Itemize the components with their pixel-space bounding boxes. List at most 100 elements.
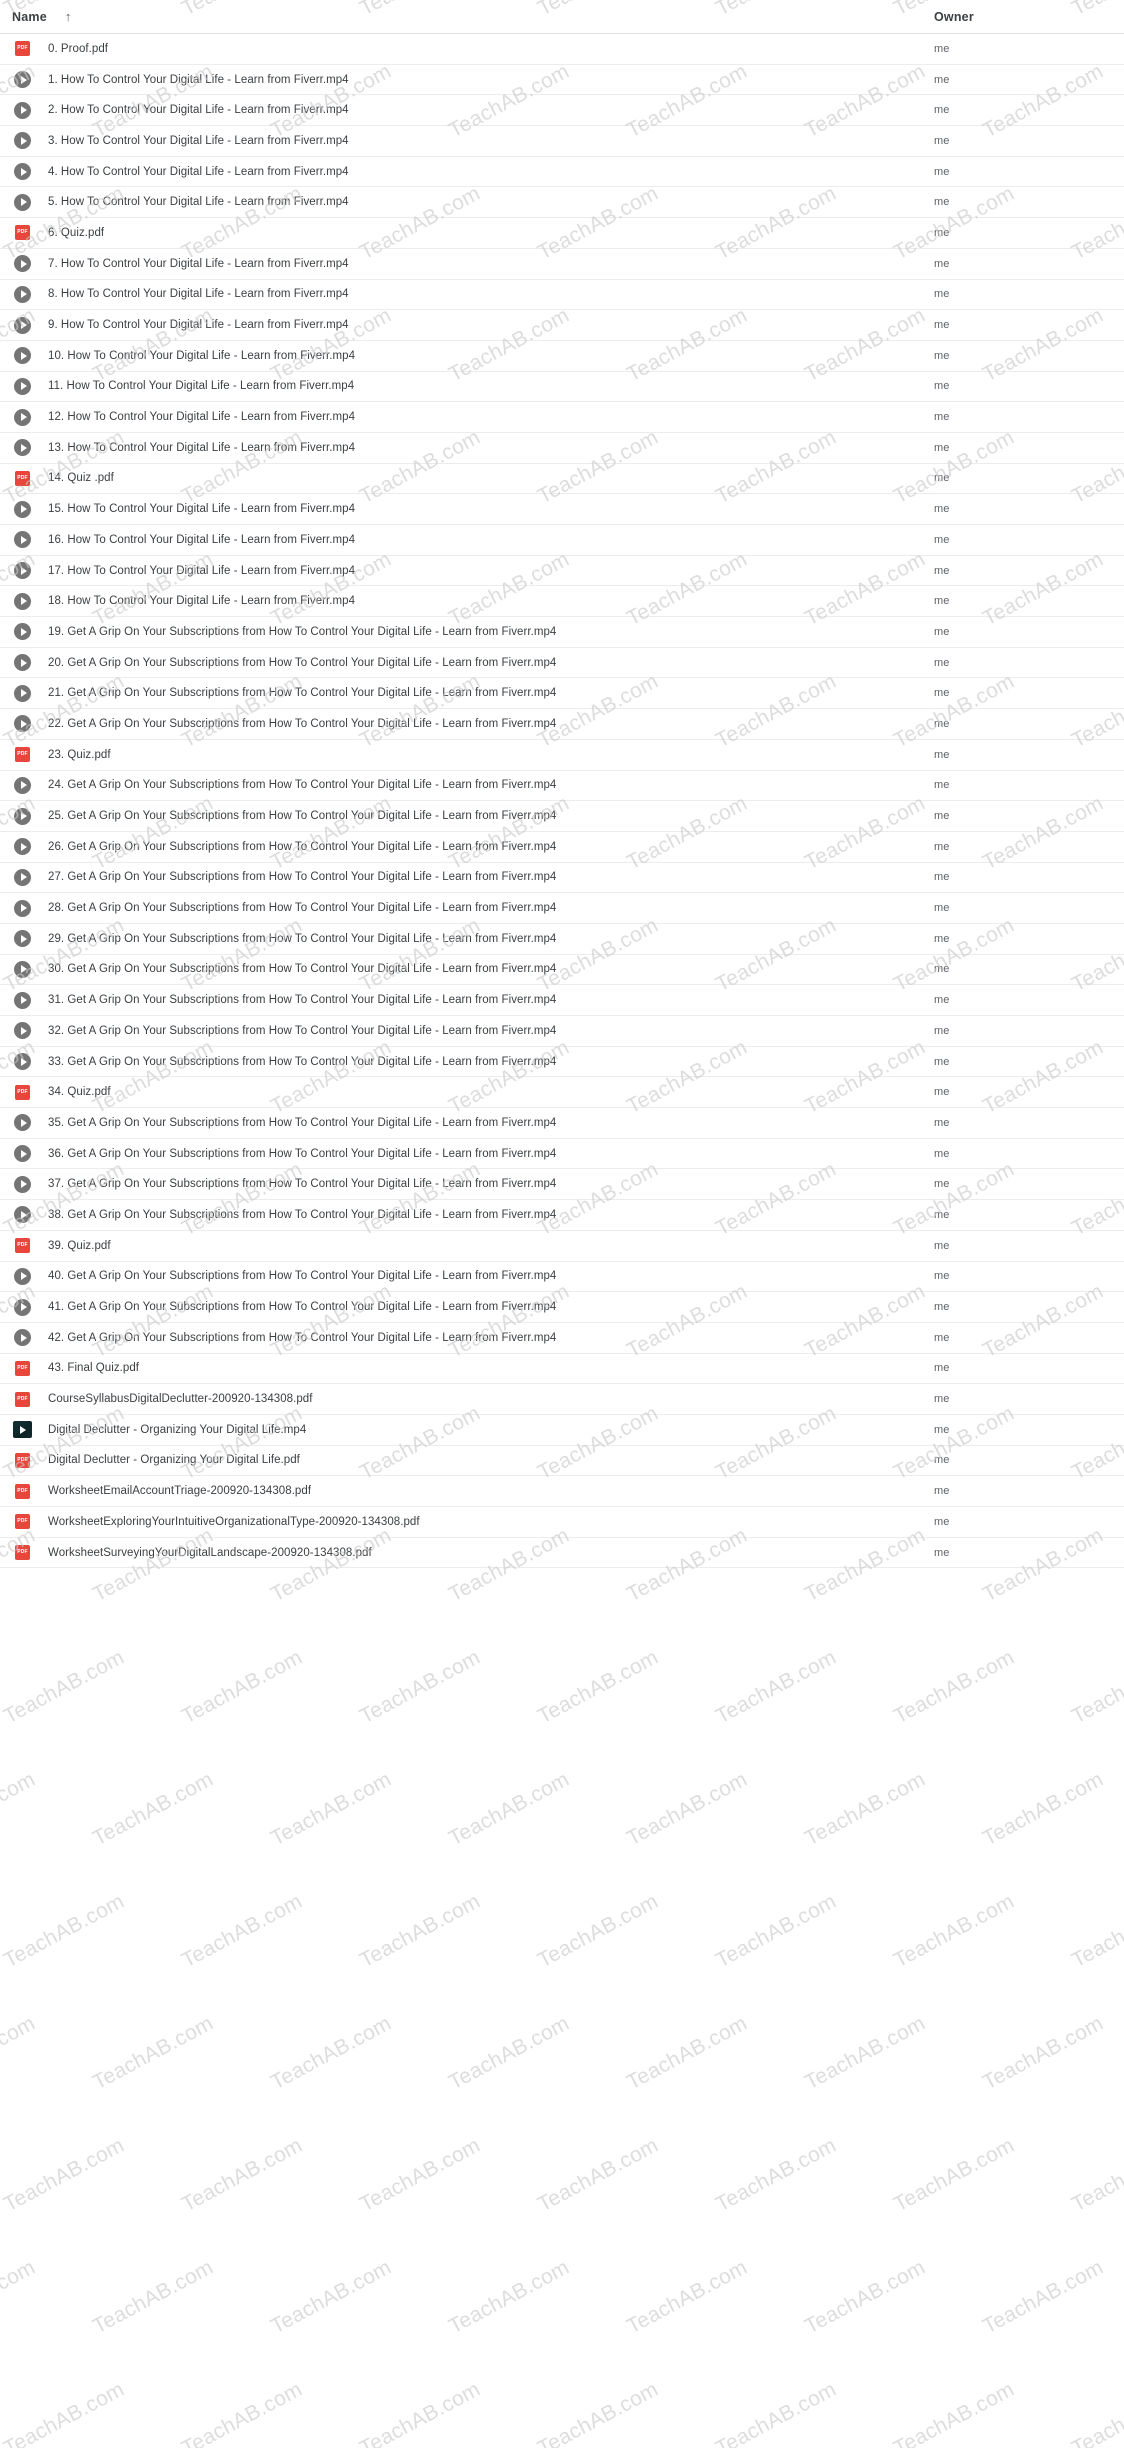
table-row[interactable]: 37. Get A Grip On Your Subscriptions fro… bbox=[0, 1169, 1124, 1201]
file-name-cell[interactable]: 26. Get A Grip On Your Subscriptions fro… bbox=[12, 836, 934, 857]
table-row[interactable]: PDF 43. Final Quiz.pdf me bbox=[0, 1353, 1124, 1385]
file-name-cell[interactable]: PDF 43. Final Quiz.pdf bbox=[12, 1358, 934, 1379]
table-row[interactable]: 28. Get A Grip On Your Subscriptions fro… bbox=[0, 893, 1124, 924]
file-name-cell[interactable]: PDF Digital Declutter - Organizing Your D… bbox=[12, 1450, 934, 1471]
table-row[interactable]: 30. Get A Grip On Your Subscriptions fro… bbox=[0, 954, 1124, 986]
table-row[interactable]: 4. How To Control Your Digital Life - Le… bbox=[0, 156, 1124, 188]
file-name-cell[interactable]: PDF 6. Quiz.pdf bbox=[12, 222, 934, 243]
table-row[interactable]: PDF Digital Declutter - Organizing Your D… bbox=[0, 1445, 1124, 1477]
file-name-cell[interactable]: 21. Get A Grip On Your Subscriptions fro… bbox=[12, 683, 934, 704]
file-name-cell[interactable]: 10. How To Control Your Digital Life - L… bbox=[12, 345, 934, 366]
file-name-cell[interactable]: 41. Get A Grip On Your Subscriptions fro… bbox=[12, 1297, 934, 1318]
file-name-cell[interactable]: 29. Get A Grip On Your Subscriptions fro… bbox=[12, 928, 934, 949]
table-row[interactable]: PDF WorksheetSurveyingYourDigitalLandscap… bbox=[0, 1537, 1124, 1569]
file-name-cell[interactable]: PDF 34. Quiz.pdf bbox=[12, 1082, 934, 1103]
file-name-cell[interactable]: 40. Get A Grip On Your Subscriptions fro… bbox=[12, 1266, 934, 1287]
table-row[interactable]: 17. How To Control Your Digital Life - L… bbox=[0, 555, 1124, 587]
file-name-cell[interactable]: 4. How To Control Your Digital Life - Le… bbox=[12, 161, 934, 182]
file-name-cell[interactable]: PDF WorksheetExploringYourIntuitiveOrgani… bbox=[12, 1511, 934, 1532]
table-row[interactable]: PDF 0. Proof.pdf me bbox=[0, 34, 1124, 65]
file-name-cell[interactable]: 31. Get A Grip On Your Subscriptions fro… bbox=[12, 990, 934, 1011]
table-row[interactable]: 35. Get A Grip On Your Subscriptions fro… bbox=[0, 1108, 1124, 1139]
file-name-cell[interactable]: 3. How To Control Your Digital Life - Le… bbox=[12, 130, 934, 151]
table-row[interactable]: 15. How To Control Your Digital Life - L… bbox=[0, 494, 1124, 525]
column-header-owner[interactable]: Owner bbox=[934, 10, 1124, 24]
table-row[interactable]: PDF WorksheetExploringYourIntuitiveOrgani… bbox=[0, 1507, 1124, 1538]
file-name-cell[interactable]: 5. How To Control Your Digital Life - Le… bbox=[12, 192, 934, 213]
file-name-cell[interactable]: 25. Get A Grip On Your Subscriptions fro… bbox=[12, 806, 934, 827]
file-name-cell[interactable]: 2. How To Control Your Digital Life - Le… bbox=[12, 100, 934, 121]
table-row[interactable]: 26. Get A Grip On Your Subscriptions fro… bbox=[0, 831, 1124, 863]
table-row[interactable]: 9. How To Control Your Digital Life - Le… bbox=[0, 310, 1124, 341]
file-name-cell[interactable]: 38. Get A Grip On Your Subscriptions fro… bbox=[12, 1204, 934, 1225]
table-row[interactable]: 20. Get A Grip On Your Subscriptions fro… bbox=[0, 647, 1124, 679]
table-row[interactable]: 10. How To Control Your Digital Life - L… bbox=[0, 340, 1124, 372]
file-name-cell[interactable]: PDF 23. Quiz.pdf bbox=[12, 744, 934, 765]
file-name-cell[interactable]: 22. Get A Grip On Your Subscriptions fro… bbox=[12, 713, 934, 734]
table-row[interactable]: 31. Get A Grip On Your Subscriptions fro… bbox=[0, 985, 1124, 1016]
file-name-cell[interactable]: 19. Get A Grip On Your Subscriptions fro… bbox=[12, 621, 934, 642]
table-row[interactable]: 11. How To Control Your Digital Life - L… bbox=[0, 371, 1124, 403]
file-name-cell[interactable]: 33. Get A Grip On Your Subscriptions fro… bbox=[12, 1051, 934, 1072]
table-row[interactable]: Digital Declutter - Organizing Your Digi… bbox=[0, 1414, 1124, 1446]
file-name-cell[interactable]: 9. How To Control Your Digital Life - Le… bbox=[12, 315, 934, 336]
table-row[interactable]: 40. Get A Grip On Your Subscriptions fro… bbox=[0, 1261, 1124, 1293]
table-row[interactable]: 21. Get A Grip On Your Subscriptions fro… bbox=[0, 678, 1124, 710]
file-name-cell[interactable]: 13. How To Control Your Digital Life - L… bbox=[12, 437, 934, 458]
file-name-cell[interactable]: 16. How To Control Your Digital Life - L… bbox=[12, 529, 934, 550]
table-row[interactable]: 32. Get A Grip On Your Subscriptions fro… bbox=[0, 1016, 1124, 1047]
table-row[interactable]: 13. How To Control Your Digital Life - L… bbox=[0, 432, 1124, 464]
table-row[interactable]: 27. Get A Grip On Your Subscriptions fro… bbox=[0, 862, 1124, 894]
table-row[interactable]: 19. Get A Grip On Your Subscriptions fro… bbox=[0, 617, 1124, 648]
table-row[interactable]: 38. Get A Grip On Your Subscriptions fro… bbox=[0, 1200, 1124, 1231]
file-name-cell[interactable]: 30. Get A Grip On Your Subscriptions fro… bbox=[12, 959, 934, 980]
file-name-cell[interactable]: 32. Get A Grip On Your Subscriptions fro… bbox=[12, 1020, 934, 1041]
file-name-cell[interactable]: 8. How To Control Your Digital Life - Le… bbox=[12, 284, 934, 305]
table-row[interactable]: 22. Get A Grip On Your Subscriptions fro… bbox=[0, 709, 1124, 740]
table-row[interactable]: PDF 34. Quiz.pdf me bbox=[0, 1077, 1124, 1109]
file-name-cell[interactable]: 11. How To Control Your Digital Life - L… bbox=[12, 376, 934, 397]
file-name-cell[interactable]: 36. Get A Grip On Your Subscriptions fro… bbox=[12, 1143, 934, 1164]
file-name-cell[interactable]: PDF 0. Proof.pdf bbox=[12, 38, 934, 59]
file-name-cell[interactable]: 24. Get A Grip On Your Subscriptions fro… bbox=[12, 775, 934, 796]
file-name-cell[interactable]: 35. Get A Grip On Your Subscriptions fro… bbox=[12, 1112, 934, 1133]
table-row[interactable]: PDF 14. Quiz .pdf me bbox=[0, 463, 1124, 495]
table-row[interactable]: PDF 23. Quiz.pdf me bbox=[0, 739, 1124, 771]
table-row[interactable]: 36. Get A Grip On Your Subscriptions fro… bbox=[0, 1138, 1124, 1170]
file-name-cell[interactable]: 1. How To Control Your Digital Life - Le… bbox=[12, 69, 934, 90]
file-name-cell[interactable]: 20. Get A Grip On Your Subscriptions fro… bbox=[12, 652, 934, 673]
table-row[interactable]: PDF 6. Quiz.pdf me bbox=[0, 218, 1124, 249]
table-row[interactable]: 41. Get A Grip On Your Subscriptions fro… bbox=[0, 1292, 1124, 1323]
table-row[interactable]: 1. How To Control Your Digital Life - Le… bbox=[0, 64, 1124, 96]
file-name-cell[interactable]: PDF 39. Quiz.pdf bbox=[12, 1235, 934, 1256]
file-name-cell[interactable]: 17. How To Control Your Digital Life - L… bbox=[12, 560, 934, 581]
file-name-cell[interactable]: 15. How To Control Your Digital Life - L… bbox=[12, 499, 934, 520]
table-row[interactable]: 5. How To Control Your Digital Life - Le… bbox=[0, 187, 1124, 219]
file-name-cell[interactable]: PDF WorksheetEmailAccountTriage-200920-13… bbox=[12, 1481, 934, 1502]
file-name-cell[interactable]: PDF CourseSyllabusDigitalDeclutter-200920… bbox=[12, 1389, 934, 1410]
file-name-cell[interactable]: 12. How To Control Your Digital Life - L… bbox=[12, 407, 934, 428]
file-name-cell[interactable]: 42. Get A Grip On Your Subscriptions fro… bbox=[12, 1327, 934, 1348]
file-name-cell[interactable]: 27. Get A Grip On Your Subscriptions fro… bbox=[12, 867, 934, 888]
table-row[interactable]: 24. Get A Grip On Your Subscriptions fro… bbox=[0, 770, 1124, 802]
file-name-cell[interactable]: 37. Get A Grip On Your Subscriptions fro… bbox=[12, 1174, 934, 1195]
table-row[interactable]: 7. How To Control Your Digital Life - Le… bbox=[0, 248, 1124, 280]
table-row[interactable]: 42. Get A Grip On Your Subscriptions fro… bbox=[0, 1322, 1124, 1354]
table-row[interactable]: 18. How To Control Your Digital Life - L… bbox=[0, 586, 1124, 618]
table-row[interactable]: 3. How To Control Your Digital Life - Le… bbox=[0, 126, 1124, 157]
table-row[interactable]: PDF CourseSyllabusDigitalDeclutter-200920… bbox=[0, 1384, 1124, 1415]
table-row[interactable]: 2. How To Control Your Digital Life - Le… bbox=[0, 95, 1124, 127]
table-row[interactable]: 16. How To Control Your Digital Life - L… bbox=[0, 525, 1124, 556]
file-name-cell[interactable]: 28. Get A Grip On Your Subscriptions fro… bbox=[12, 898, 934, 919]
table-row[interactable]: 33. Get A Grip On Your Subscriptions fro… bbox=[0, 1046, 1124, 1078]
file-name-cell[interactable]: 7. How To Control Your Digital Life - Le… bbox=[12, 253, 934, 274]
table-row[interactable]: 29. Get A Grip On Your Subscriptions fro… bbox=[0, 923, 1124, 955]
column-header-name[interactable]: Name ↑ bbox=[12, 10, 934, 24]
sort-ascending-icon[interactable]: ↑ bbox=[65, 10, 72, 23]
file-name-cell[interactable]: PDF 14. Quiz .pdf bbox=[12, 468, 934, 489]
table-row[interactable]: PDF WorksheetEmailAccountTriage-200920-13… bbox=[0, 1476, 1124, 1507]
file-name-cell[interactable]: PDF WorksheetSurveyingYourDigitalLandscap… bbox=[12, 1542, 934, 1563]
file-name-cell[interactable]: 18. How To Control Your Digital Life - L… bbox=[12, 591, 934, 612]
table-row[interactable]: 12. How To Control Your Digital Life - L… bbox=[0, 402, 1124, 433]
table-row[interactable]: 25. Get A Grip On Your Subscriptions fro… bbox=[0, 801, 1124, 832]
